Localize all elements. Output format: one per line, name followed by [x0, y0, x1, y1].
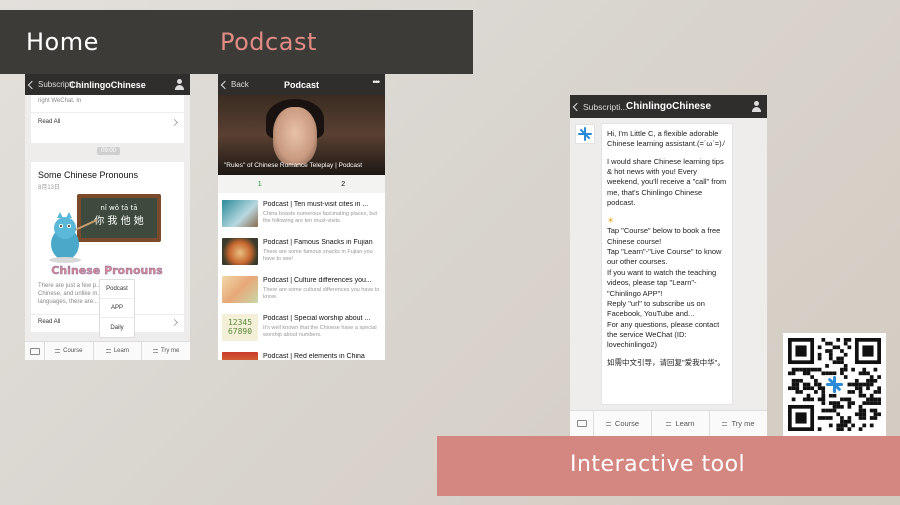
home-label: Home: [26, 28, 99, 56]
keyboard-icon: [576, 420, 587, 427]
submenu-item-daily[interactable]: Daily: [100, 318, 134, 337]
chinlingo-logo-icon: [578, 127, 592, 141]
home-screen: Subscripti... ChinlingoChinese right WeC…: [25, 74, 190, 360]
submenu-item-podcast[interactable]: Podcast: [100, 280, 134, 299]
submenu-popup: Podcast APP Daily: [99, 279, 135, 338]
menu-course[interactable]: Course: [45, 342, 94, 360]
chat-screen: Subscripti... ChinlingoChinese Hi, I'm L…: [570, 95, 767, 436]
read-all-link[interactable]: Read All: [38, 119, 60, 125]
qr-code: [783, 333, 886, 436]
more-button[interactable]: •••: [373, 77, 381, 87]
account-title: ChinlingoChinese: [626, 101, 711, 112]
wechat-nav-bar: Back Podcast •••: [218, 74, 385, 95]
podcast-item[interactable]: Podcast | Culture differences you... The…: [222, 274, 382, 311]
board-hanzi: 你 我 他 她: [94, 214, 144, 227]
featured-podcast[interactable]: "Rules" of Chinese Romance Teleplay | Po…: [218, 95, 385, 175]
article-title: Some Chinese Pronouns: [38, 170, 139, 180]
message-contact: For any questions, please contact the se…: [607, 319, 720, 350]
message-chinese: 如需中文引导，请回复"爱我中华"。: [607, 357, 725, 367]
podcast-item[interactable]: Podcast | Red elements in China: [222, 350, 382, 360]
podcast-label: Podcast: [220, 28, 317, 56]
podcast-item[interactable]: 12345 67890 Podcast | Special worship ab…: [222, 312, 382, 349]
chat-message-bubble: Hi, I'm Little C, a flexible adorable Ch…: [601, 123, 733, 405]
keyboard-icon: [29, 347, 40, 355]
menu-course[interactable]: Course: [594, 411, 652, 436]
person-icon: [751, 100, 761, 112]
bot-avatar[interactable]: [575, 124, 595, 144]
item-title: Podcast | Ten must-visit cites in ...: [263, 201, 369, 208]
item-title: Podcast | Red elements in China: [263, 353, 365, 360]
sun-emoji-icon: ☀: [607, 216, 615, 226]
item-title: Podcast | Special worship about ...: [263, 315, 371, 322]
submenu-item-app[interactable]: APP: [100, 299, 134, 318]
podcast-item[interactable]: Podcast | Ten must-visit cites in ... Ch…: [222, 198, 382, 235]
profile-button[interactable]: [751, 100, 761, 112]
message-course: Tap "Course" below to book a free Chines…: [607, 226, 721, 246]
menu-learn[interactable]: Learn: [652, 411, 710, 436]
timestamp: 09:00: [97, 147, 121, 155]
hero-image-face: [273, 107, 317, 165]
wechat-nav-bar: Subscripti... ChinlingoChinese: [570, 95, 767, 118]
menu-lines-icon: [152, 349, 158, 353]
podcast-screen: Back Podcast ••• "Rules" of Chinese Roma…: [218, 74, 385, 360]
divider: [31, 112, 184, 113]
menu-learn[interactable]: Learn: [94, 342, 143, 360]
bottom-menu: Course Learn Try me: [570, 410, 767, 436]
qr-code-image: [788, 338, 881, 431]
wechat-nav-bar: Subscripti... ChinlingoChinese: [25, 74, 190, 95]
keyboard-toggle[interactable]: [25, 342, 45, 360]
menu-lines-icon: [605, 421, 611, 426]
keyboard-toggle[interactable]: [570, 411, 594, 436]
thumbnail-image: [222, 276, 258, 303]
message-intro: Hi, I'm Little C, a flexible adorable Ch…: [607, 129, 726, 149]
item-desc: There are some famous snacks in Fujian y…: [263, 249, 373, 263]
thumbnail-image: [222, 200, 258, 227]
page-title: Podcast: [283, 79, 319, 90]
thumbnail-image: [222, 238, 258, 265]
interactive-tool-label: Interactive tool: [570, 452, 746, 477]
chevron-right-icon: [170, 318, 179, 327]
profile-button[interactable]: [174, 78, 184, 90]
banner-text: Chinese Pronouns: [51, 264, 163, 277]
thumbnail-image: [222, 352, 258, 360]
featured-caption: "Rules" of Chinese Romance Teleplay | Po…: [224, 162, 363, 169]
menu-lines-icon: [722, 421, 728, 426]
message-podcast: I would share Chinese learning tips & ho…: [607, 156, 727, 208]
item-desc: It's well known that the Chinese have a …: [263, 325, 377, 339]
item-desc: There are some cultural differences you …: [263, 287, 380, 301]
bottom-menu: Course Learn Try me: [25, 341, 190, 360]
article-card[interactable]: right WeChat. In Read All: [31, 95, 184, 143]
tab-1[interactable]: 1: [218, 175, 302, 193]
menu-try-me[interactable]: Try me: [142, 342, 190, 360]
page-tabs: 1 2: [218, 175, 385, 193]
podcast-item[interactable]: Podcast | Famous Snacks in Fujian There …: [222, 236, 382, 273]
account-title: ChinlingoChinese: [69, 79, 146, 90]
pronouns-illustration: nǐ wǒ tā tā 你 我 他 她 Chinese Pronouns: [49, 194, 163, 277]
numbers-thumbnail: 12345 67890: [222, 314, 258, 341]
read-all-link[interactable]: Read All: [38, 319, 60, 325]
chevron-right-icon: [170, 118, 179, 127]
menu-lines-icon: [105, 349, 111, 353]
person-icon: [174, 78, 184, 90]
article-snippet: right WeChat. In: [38, 98, 82, 104]
message-url: Reply "url" to subscribe us on Facebook,…: [607, 298, 705, 319]
tab-2[interactable]: 2: [302, 175, 386, 193]
item-title: Podcast | Culture differences you...: [263, 277, 372, 284]
message-learn: Tap "Learn"-"Live Course" to know our ot…: [607, 247, 722, 267]
menu-try-me[interactable]: Try me: [710, 411, 767, 436]
menu-lines-icon: [666, 421, 672, 426]
item-title: Podcast | Famous Snacks in Fujian: [263, 239, 373, 246]
message-videos: If you want to watch the teaching videos…: [607, 267, 717, 298]
board-pinyin: nǐ wǒ tā tā: [100, 204, 137, 212]
item-desc: China boasts numerous fascinating places…: [263, 211, 378, 225]
menu-lines-icon: [55, 349, 61, 353]
